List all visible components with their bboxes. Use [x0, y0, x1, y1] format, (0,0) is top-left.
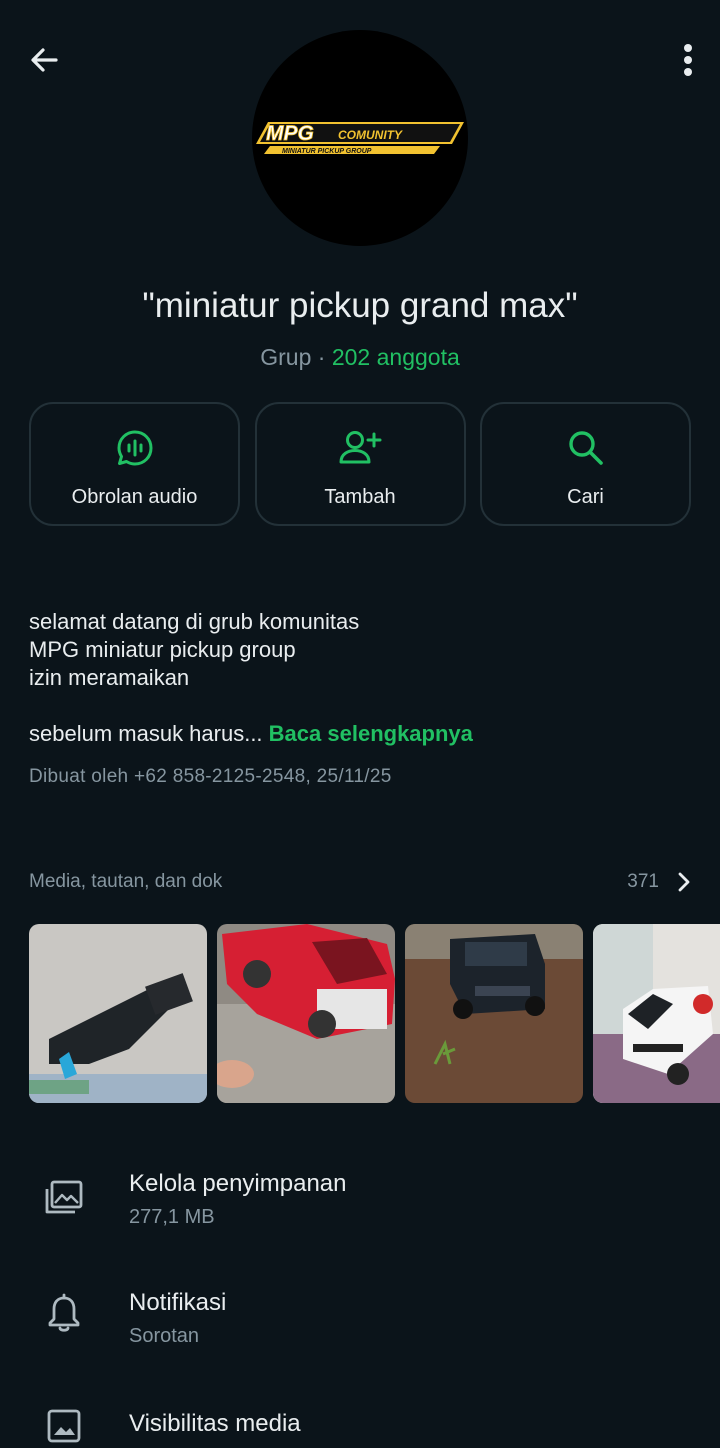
media-section-header[interactable]: Media, tautan, dan dok 371 [29, 868, 691, 896]
audio-chat-icon [117, 430, 152, 466]
member-count-link[interactable]: 202 anggota [332, 344, 460, 370]
thumbnail-image-3 [405, 924, 583, 1103]
description-line: selamat datang di grub komunitas [29, 609, 360, 634]
notifications-subtitle: Sorotan [129, 1325, 200, 1347]
media-count: 371 [627, 871, 659, 892]
thumbnail-image-1 [29, 924, 207, 1103]
group-avatar[interactable]: MPG COMUNITY MINIATUR PICKUP GROUP [252, 30, 468, 246]
image-icon [47, 1409, 81, 1443]
thumbnail-image-4 [593, 924, 720, 1103]
more-options-button[interactable] [674, 38, 702, 82]
media-section-title: Media, tautan, dan dok [29, 871, 223, 892]
back-button[interactable] [22, 38, 66, 82]
created-by-info: Dibuat oleh +62 858-2125-2548, 25/11/25 [29, 766, 392, 787]
group-description: selamat datang di grub komunitas MPG min… [29, 608, 689, 748]
group-name[interactable]: "miniatur pickup grand max" [0, 286, 720, 326]
notifications-title: Notifikasi [129, 1289, 227, 1316]
media-thumbnail[interactable] [29, 924, 207, 1103]
search-button[interactable]: Cari [480, 402, 691, 526]
media-visibility-title: Visibilitas media [129, 1410, 301, 1437]
group-type-label: Grup [260, 344, 312, 370]
media-thumbnail[interactable] [593, 924, 720, 1103]
add-person-icon [339, 431, 382, 464]
logo-sub-text: MINIATUR PICKUP GROUP [282, 148, 372, 155]
action-buttons-row: Obrolan audio Tambah Cari [29, 402, 691, 526]
search-label: Cari [567, 486, 604, 508]
media-thumbnail-strip [29, 924, 720, 1103]
notifications-row[interactable]: Notifikasi Sorotan [0, 1287, 720, 1367]
meta-separator: · [317, 344, 326, 370]
logo-main-text: MPG [266, 122, 314, 145]
group-info-screen: MPG COMUNITY MINIATUR PICKUP GROUP "mini… [0, 0, 720, 1448]
arrow-left-icon [31, 48, 58, 72]
description-line: MPG miniatur pickup group [29, 637, 296, 662]
chevron-right-icon [678, 872, 690, 892]
audio-chat-label: Obrolan audio [71, 486, 198, 508]
description-line: izin meramaikan [29, 665, 190, 690]
manage-storage-title: Kelola penyimpanan [129, 1170, 347, 1197]
audio-chat-button[interactable]: Obrolan audio [29, 402, 240, 526]
group-meta: Grup · 202 anggota [0, 344, 720, 371]
description-truncated-text: sebelum masuk harus... [29, 721, 263, 746]
media-thumbnail[interactable] [217, 924, 395, 1103]
manage-storage-row[interactable]: Kelola penyimpanan 277,1 MB [0, 1168, 720, 1248]
media-count-wrap: 371 [627, 871, 691, 893]
logo-side-text: COMUNITY [338, 128, 403, 142]
search-icon [568, 431, 603, 465]
bell-icon [48, 1293, 80, 1332]
mpg-community-logo: MPG COMUNITY MINIATUR PICKUP GROUP [256, 122, 464, 155]
description-blank-line [29, 692, 689, 720]
more-vertical-icon [684, 44, 692, 76]
manage-storage-size: 277,1 MB [129, 1206, 215, 1228]
read-more-link[interactable]: Baca selengkapnya [269, 721, 473, 746]
media-thumbnail[interactable] [405, 924, 583, 1103]
storage-icon [45, 1180, 83, 1214]
add-member-label: Tambah [324, 486, 396, 508]
media-visibility-row[interactable]: Visibilitas media [0, 1402, 720, 1448]
add-member-button[interactable]: Tambah [254, 402, 466, 526]
thumbnail-image-2 [217, 924, 395, 1103]
description-last-line: sebelum masuk harus... Baca selengkapnya [29, 720, 689, 748]
